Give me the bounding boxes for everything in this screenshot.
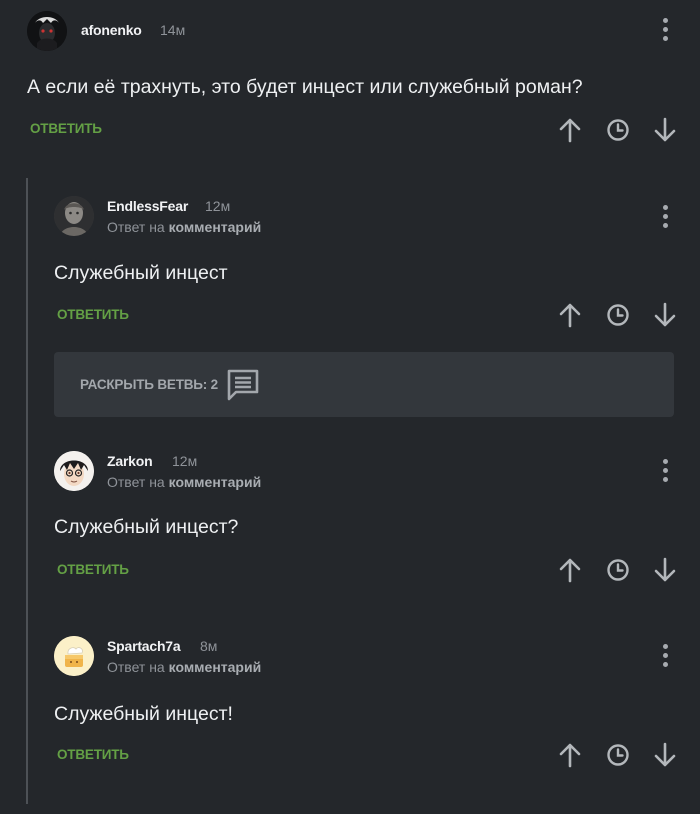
reply-to-prefix: Ответ на	[107, 659, 165, 675]
username[interactable]: Zarkon	[107, 453, 153, 469]
expand-thread-label: РАСКРЫТЬ ВЕТВЬ: 2	[80, 377, 218, 392]
comment-time: 12м	[172, 453, 198, 469]
arrow-up-icon[interactable]	[557, 742, 583, 768]
arrow-up-icon[interactable]	[557, 302, 583, 328]
arrow-up-icon[interactable]	[557, 117, 583, 143]
arrow-down-icon[interactable]	[652, 557, 678, 583]
more-vertical-icon[interactable]	[662, 18, 668, 42]
reply-to-label: Ответ на комментарий	[107, 219, 261, 235]
reply-to-link[interactable]: комментарий	[169, 474, 262, 490]
avatar[interactable]	[54, 636, 94, 676]
username[interactable]: EndlessFear	[107, 198, 188, 214]
comment-text: Служебный инцест	[54, 262, 228, 284]
arrow-down-icon[interactable]	[652, 117, 678, 143]
more-vertical-icon[interactable]	[662, 459, 668, 483]
reply-to-link[interactable]: комментарий	[169, 659, 262, 675]
reply-button[interactable]: ОТВЕТИТЬ	[57, 747, 129, 762]
comment-afonenko: afonenko 14м А если её трахнуть, это буд…	[0, 0, 700, 170]
comment-time: 8м	[200, 638, 218, 654]
username[interactable]: afonenko	[81, 22, 142, 38]
reply-to-prefix: Ответ на	[107, 219, 165, 235]
reply-to-label: Ответ на комментарий	[107, 474, 261, 490]
reply-to-prefix: Ответ на	[107, 474, 165, 490]
arrow-up-icon[interactable]	[557, 557, 583, 583]
comment-text: А если её трахнуть, это будет инцест или…	[27, 76, 583, 98]
avatar[interactable]	[54, 451, 94, 491]
comment-time: 14м	[160, 22, 186, 38]
username[interactable]: Spartach7a	[107, 638, 181, 654]
comment-text: Служебный инцест?	[54, 516, 239, 538]
reply-button[interactable]: ОТВЕТИТЬ	[57, 562, 129, 577]
comment-text: Служебный инцест!	[54, 703, 233, 725]
comment-icon	[227, 369, 259, 401]
clock-icon[interactable]	[605, 302, 631, 328]
comment-time: 12м	[205, 198, 231, 214]
more-vertical-icon[interactable]	[662, 205, 668, 229]
clock-icon[interactable]	[605, 117, 631, 143]
reply-button[interactable]: ОТВЕТИТЬ	[30, 121, 102, 136]
expand-thread-button[interactable]: РАСКРЫТЬ ВЕТВЬ: 2	[54, 352, 674, 417]
arrow-down-icon[interactable]	[652, 302, 678, 328]
avatar[interactable]	[54, 196, 94, 236]
clock-icon[interactable]	[605, 557, 631, 583]
reply-button[interactable]: ОТВЕТИТЬ	[57, 307, 129, 322]
more-vertical-icon[interactable]	[662, 644, 668, 668]
avatar[interactable]	[27, 11, 67, 51]
reply-to-link[interactable]: комментарий	[169, 219, 262, 235]
thread-line[interactable]	[26, 178, 28, 804]
clock-icon[interactable]	[605, 742, 631, 768]
arrow-down-icon[interactable]	[652, 742, 678, 768]
reply-to-label: Ответ на комментарий	[107, 659, 261, 675]
